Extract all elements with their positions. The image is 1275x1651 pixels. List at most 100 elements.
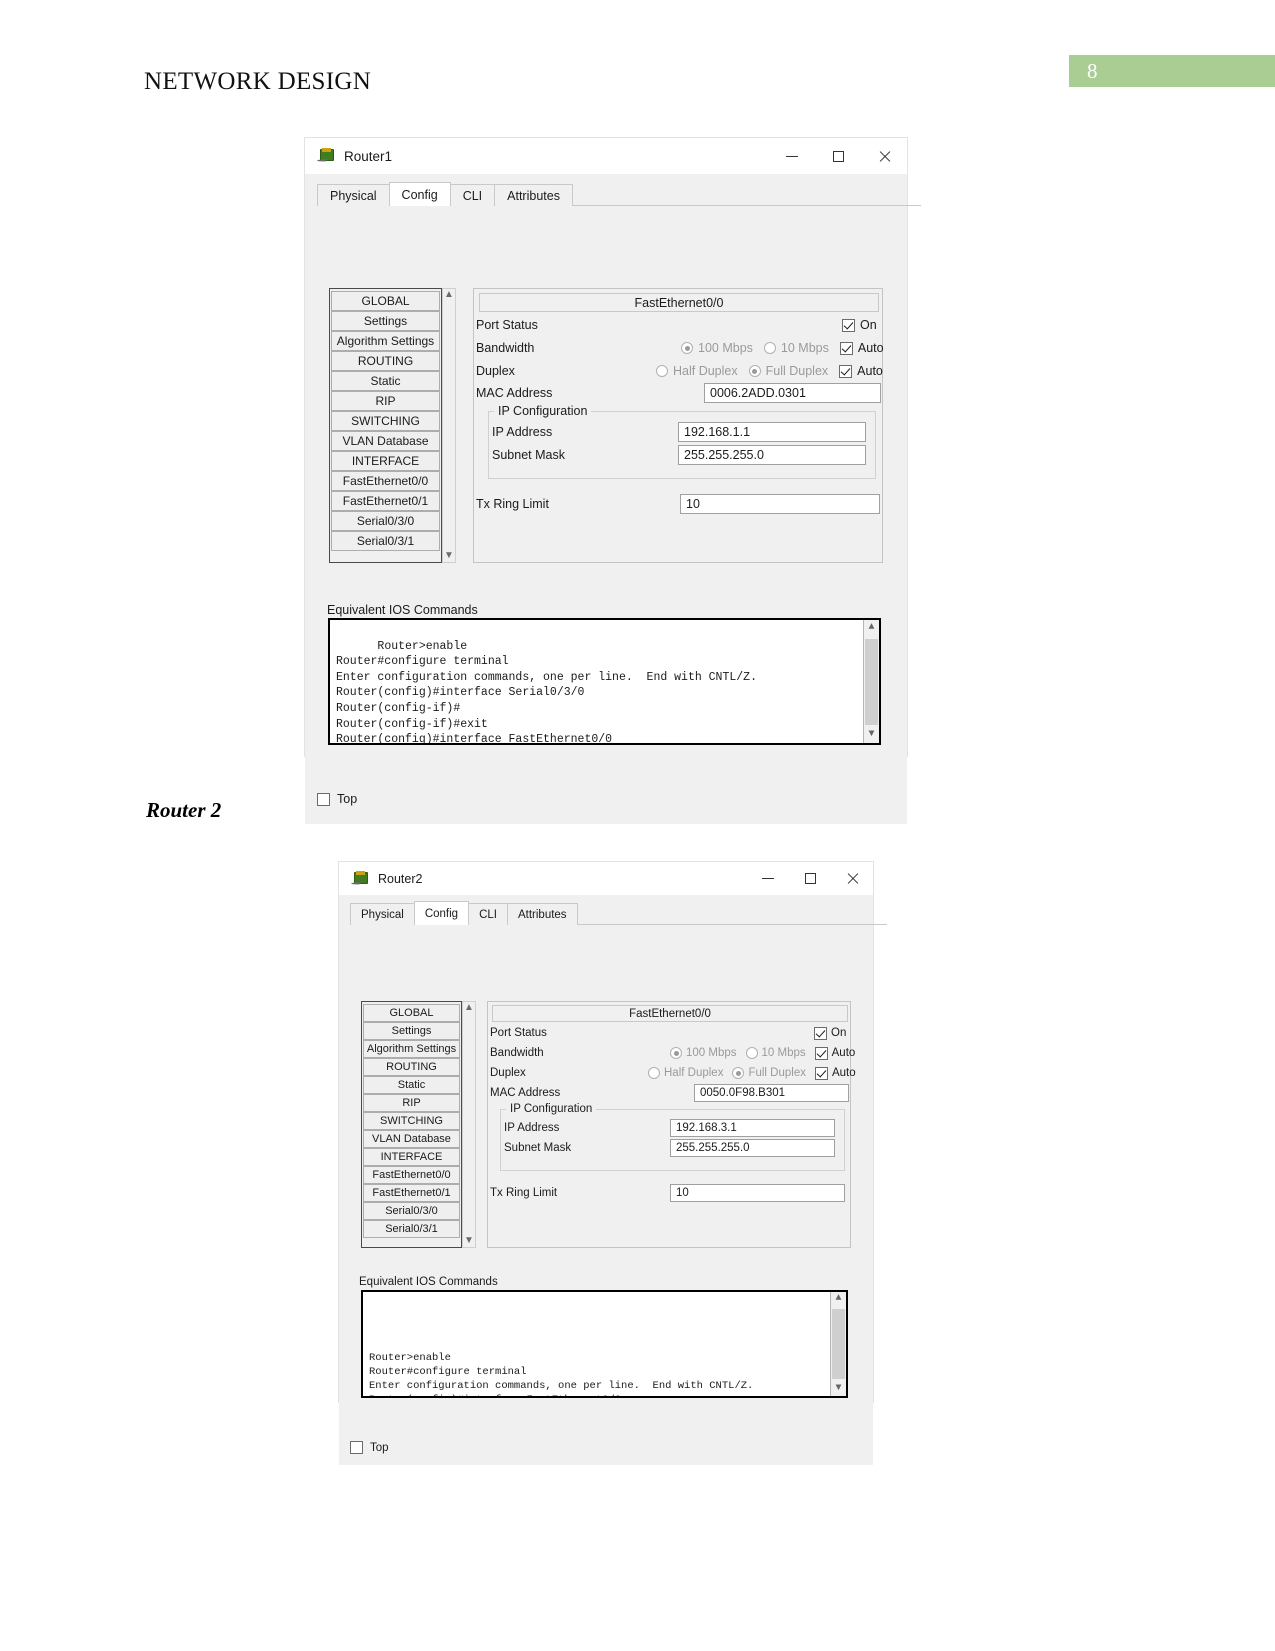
sidebar-scrollbar[interactable]: ▲ ▼ bbox=[462, 1001, 476, 1248]
ios-scrollbar[interactable]: ▲ ▼ bbox=[863, 620, 879, 743]
port-status-checkbox[interactable] bbox=[842, 318, 855, 332]
sidebar-item-label: RIP bbox=[375, 394, 396, 408]
window-title: Router1 bbox=[344, 148, 393, 164]
chevron-down-icon[interactable]: ▼ bbox=[835, 1382, 841, 1396]
duplex-auto-checkbox[interactable] bbox=[839, 364, 853, 378]
chevron-up-icon[interactable]: ▲ bbox=[868, 620, 874, 636]
sidebar-item-vlan-database[interactable]: VLAN Database bbox=[363, 1130, 460, 1148]
bandwidth-label: Bandwidth bbox=[476, 341, 535, 355]
ios-scrollbar[interactable]: ▲ ▼ bbox=[830, 1292, 846, 1396]
page-number: 8 bbox=[1087, 58, 1098, 83]
sidebar-item-switching[interactable]: SWITCHING bbox=[363, 1112, 460, 1130]
tab-cli[interactable]: CLI bbox=[449, 184, 496, 206]
sidebar-item-algorithm-settings[interactable]: Algorithm Settings bbox=[363, 1040, 460, 1058]
minimize-button[interactable] bbox=[747, 862, 789, 895]
subnet-mask-input[interactable]: 255.255.255.0 bbox=[670, 1139, 835, 1157]
subnet-mask-input[interactable]: 255.255.255.0 bbox=[678, 445, 866, 465]
sidebar-item-switching[interactable]: SWITCHING bbox=[331, 411, 440, 431]
duplex-full-radio[interactable] bbox=[748, 365, 761, 377]
scroll-thumb[interactable] bbox=[865, 638, 878, 725]
sidebar-item-rip[interactable]: RIP bbox=[363, 1094, 460, 1112]
subnet-mask-row: Subnet Mask 255.255.255.0 bbox=[488, 1139, 852, 1157]
sidebar-item-label: SWITCHING bbox=[380, 1115, 443, 1127]
close-button[interactable] bbox=[861, 138, 907, 174]
sidebar-item-vlan-database[interactable]: VLAN Database bbox=[331, 431, 440, 451]
maximize-button[interactable] bbox=[789, 862, 831, 895]
sidebar-scrollbar[interactable]: ▲ ▼ bbox=[442, 288, 456, 563]
top-checkbox-label: Top bbox=[370, 1441, 389, 1454]
sidebar-item-static[interactable]: Static bbox=[363, 1076, 460, 1094]
router2-window: Router2 Physical Config CLI Attributes G… bbox=[338, 861, 887, 1465]
top-checkbox[interactable] bbox=[317, 792, 330, 806]
sidebar-item-label: Serial0/3/1 bbox=[356, 534, 415, 548]
ip-address-input[interactable]: 192.168.1.1 bbox=[678, 422, 866, 442]
ip-address-input[interactable]: 192.168.3.1 bbox=[670, 1119, 835, 1137]
sidebar-item-routing[interactable]: ROUTING bbox=[331, 351, 440, 371]
interface-config-panel: FastEthernet0/0 Port Status On Bandwidth… bbox=[473, 288, 884, 563]
bandwidth-100mbps-label: 100 Mbps bbox=[698, 341, 753, 355]
sidebar-item-interface[interactable]: INTERFACE bbox=[331, 451, 440, 471]
tab-attributes[interactable]: Attributes bbox=[506, 903, 578, 925]
sidebar-item-serial031[interactable]: Serial0/3/1 bbox=[331, 531, 440, 551]
mac-address-input[interactable]: 0006.2ADD.0301 bbox=[704, 383, 881, 403]
tx-ring-limit-input[interactable]: 10 bbox=[680, 494, 880, 514]
sidebar-item-serial030[interactable]: Serial0/3/0 bbox=[331, 511, 440, 531]
interface-config-panel: FastEthernet0/0 Port Status On Bandwidth… bbox=[487, 1001, 856, 1248]
tab-attributes[interactable]: Attributes bbox=[494, 184, 573, 206]
bandwidth-10mbps-radio[interactable] bbox=[763, 342, 776, 354]
maximize-button[interactable] bbox=[815, 138, 861, 174]
duplex-half-radio[interactable] bbox=[656, 365, 668, 377]
chevron-down-icon[interactable]: ▼ bbox=[463, 1235, 475, 1247]
bandwidth-100mbps-radio[interactable] bbox=[670, 1047, 682, 1059]
bandwidth-auto-checkbox[interactable] bbox=[839, 341, 853, 355]
tab-physical[interactable]: Physical bbox=[350, 903, 415, 925]
bandwidth-10mbps-radio[interactable] bbox=[745, 1047, 758, 1059]
close-button[interactable] bbox=[831, 862, 873, 895]
chevron-up-icon[interactable]: ▲ bbox=[463, 1002, 475, 1014]
duplex-auto-checkbox[interactable] bbox=[814, 1066, 828, 1080]
sidebar-item-settings[interactable]: Settings bbox=[331, 311, 440, 331]
sidebar-item-rip[interactable]: RIP bbox=[331, 391, 440, 411]
ios-commands-textarea[interactable]: Router>enable Router#configure terminal … bbox=[328, 618, 881, 745]
sidebar-item-fastethernet01[interactable]: FastEthernet0/1 bbox=[363, 1184, 460, 1202]
tab-config[interactable]: Config bbox=[413, 901, 470, 925]
interface-header-label: FastEthernet0/0 bbox=[634, 295, 724, 310]
bandwidth-row: Bandwidth 100 Mbps 10 Mbps Auto bbox=[488, 1046, 855, 1060]
duplex-full-radio[interactable] bbox=[732, 1067, 745, 1079]
sidebar-item-interface[interactable]: INTERFACE bbox=[363, 1148, 460, 1166]
scroll-thumb[interactable] bbox=[832, 1309, 845, 1379]
port-status-checkbox[interactable] bbox=[814, 1026, 827, 1040]
chevron-down-icon[interactable]: ▼ bbox=[443, 550, 455, 562]
tab-physical[interactable]: Physical bbox=[317, 184, 390, 206]
sidebar-item-label: INTERFACE bbox=[351, 454, 420, 468]
mac-address-input[interactable]: 0050.0F98.B301 bbox=[694, 1084, 849, 1102]
sidebar-item-fastethernet00[interactable]: FastEthernet0/0 bbox=[363, 1166, 460, 1184]
sidebar-item-routing[interactable]: ROUTING bbox=[363, 1058, 460, 1076]
sidebar-item-algorithm-settings[interactable]: Algorithm Settings bbox=[331, 331, 440, 351]
sidebar-item-settings[interactable]: Settings bbox=[363, 1022, 460, 1040]
tab-cli[interactable]: CLI bbox=[468, 903, 508, 925]
sidebar-item-static[interactable]: Static bbox=[331, 371, 440, 391]
sidebar-item-serial031[interactable]: Serial0/3/1 bbox=[363, 1220, 460, 1238]
bandwidth-100mbps-radio[interactable] bbox=[681, 342, 693, 354]
chevron-up-icon[interactable]: ▲ bbox=[443, 289, 455, 301]
chevron-up-icon[interactable]: ▲ bbox=[835, 1292, 841, 1306]
mac-address-row: MAC Address 0050.0F98.B301 bbox=[488, 1084, 852, 1102]
duplex-half-radio[interactable] bbox=[648, 1067, 660, 1079]
ios-commands-textarea[interactable]: Router>enable Router#configure terminal … bbox=[361, 1290, 848, 1398]
sidebar-item-fastethernet01[interactable]: FastEthernet0/1 bbox=[331, 491, 440, 511]
component-list: GLOBAL Settings Algorithm Settings ROUTI… bbox=[329, 288, 456, 563]
sidebar-item-global[interactable]: GLOBAL bbox=[331, 291, 440, 311]
subnet-mask-label: Subnet Mask bbox=[504, 1142, 572, 1154]
sidebar-item-fastethernet00[interactable]: FastEthernet0/0 bbox=[331, 471, 440, 491]
tab-config[interactable]: Config bbox=[388, 182, 451, 206]
top-checkbox-label: Top bbox=[337, 792, 358, 806]
sidebar-item-serial030[interactable]: Serial0/3/0 bbox=[363, 1202, 460, 1220]
sidebar-item-label: INTERFACE bbox=[380, 1151, 443, 1163]
top-checkbox[interactable] bbox=[350, 1441, 363, 1454]
tx-ring-limit-input[interactable]: 10 bbox=[670, 1184, 845, 1202]
bandwidth-auto-checkbox[interactable] bbox=[814, 1046, 828, 1060]
chevron-down-icon[interactable]: ▼ bbox=[868, 727, 874, 743]
minimize-button[interactable] bbox=[769, 138, 815, 174]
sidebar-item-global[interactable]: GLOBAL bbox=[363, 1004, 460, 1022]
